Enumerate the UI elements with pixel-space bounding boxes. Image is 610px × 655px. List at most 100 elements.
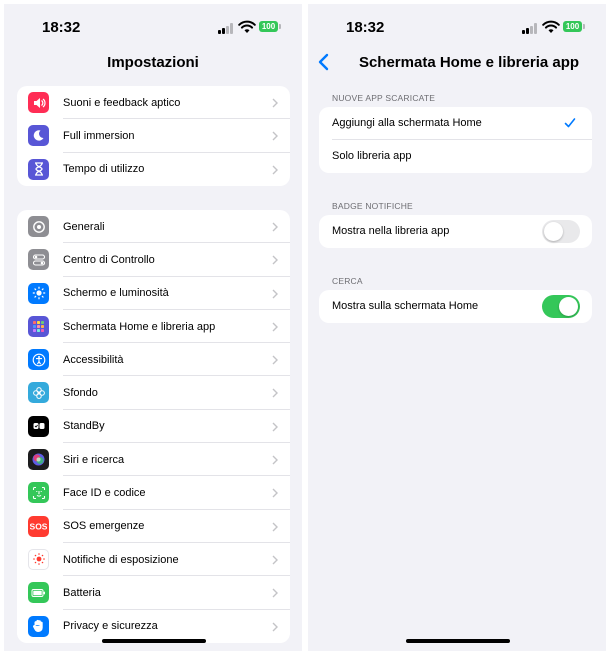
show-on-home-row: Mostra sulla schermata Home [319,290,592,323]
settings-item-wallpaper[interactable]: Sfondo [17,376,290,410]
chevron-right-icon [272,422,278,432]
settings-item-label: Accessibilità [63,353,124,366]
settings-item-general[interactable]: Generali [17,210,290,244]
settings-item-label: SOS emergenze [63,520,145,533]
standby-icon [28,415,49,437]
moon-icon [28,125,49,147]
settings-group-general: Generali Centro di Controllo Schermo e l… [17,210,290,643]
settings-item-privacy[interactable]: Privacy e sicurezza [17,610,290,643]
chevron-right-icon [272,488,278,498]
settings-item-sounds[interactable]: Suoni e feedback aptico [17,86,290,120]
settings-item-screen-time[interactable]: Tempo di utilizzo [17,153,290,186]
search-options: Mostra sulla schermata Home [319,290,592,323]
settings-group-focus: Suoni e feedback aptico Full immersion T… [17,86,290,186]
sun-icon [28,282,49,304]
settings-item-siri[interactable]: Siri e ricerca [17,443,290,477]
hand-icon [28,615,49,637]
chevron-right-icon [272,522,278,532]
settings-item-display[interactable]: Schermo e luminosità [17,277,290,310]
chevron-right-icon [272,322,278,332]
toggle-label: Mostra sulla schermata Home [332,300,479,312]
status-bar: 18:32 100 [4,4,302,48]
toggle-label: Mostra nella libreria app [332,225,450,237]
chevron-right-icon [272,588,278,598]
option-add-to-home[interactable]: Aggiungi alla schermata Home [319,107,592,140]
sos-icon: SOS [28,515,49,537]
home-indicator[interactable] [102,639,206,643]
chevron-right-icon [272,555,278,565]
show-in-app-library-row: Mostra nella libreria app [319,215,592,248]
home-screen-settings-screen: 18:32 100 Schermata Home e libreria app … [308,4,606,651]
status-time: 18:32 [346,19,385,36]
battery-icon [28,582,49,604]
show-in-app-library-toggle[interactable] [542,220,580,243]
app-grid-icon [28,315,49,337]
accessibility-icon [28,349,49,371]
cellular-signal-icon [218,23,234,34]
new-apps-options: Aggiungi alla schermata Home Solo librer… [319,107,592,173]
option-label: Aggiungi alla schermata Home [332,117,482,129]
settings-item-control-center[interactable]: Centro di Controllo [17,243,290,277]
battery-indicator: 100 [563,21,585,32]
settings-item-label: Privacy e sicurezza [63,620,158,633]
face-id-icon [28,482,49,504]
section-header-badges: BADGE NOTIFICHE [332,201,413,211]
settings-item-sos[interactable]: SOS SOS emergenze [17,510,290,543]
settings-item-label: Notifiche di esposizione [63,553,179,566]
wifi-icon [542,20,560,33]
chevron-right-icon [272,165,278,175]
chevron-right-icon [272,98,278,108]
show-on-home-toggle[interactable] [542,295,580,318]
home-indicator[interactable] [406,639,510,643]
chevron-right-icon [272,131,278,141]
option-label: Solo libreria app [332,150,412,162]
chevron-right-icon [272,222,278,232]
settings-item-label: Batteria [63,586,101,599]
settings-item-home-screen[interactable]: Schermata Home e libreria app [17,310,290,344]
page-title: Schermata Home e libreria app [358,54,580,71]
cellular-signal-icon [522,23,538,34]
hourglass-icon [28,158,49,180]
chevron-right-icon [272,455,278,465]
option-app-library-only[interactable]: Solo libreria app [319,140,592,173]
settings-item-face-id[interactable]: Face ID e codice [17,476,290,510]
settings-item-standby[interactable]: StandBy [17,410,290,444]
wifi-icon [238,20,256,33]
settings-item-label: Full immersion [63,129,135,142]
page-title: Impostazioni [107,54,199,71]
settings-item-label: Schermo e luminosità [63,287,169,300]
settings-item-label: Centro di Controllo [63,253,155,266]
svg-text:SOS: SOS [30,521,47,531]
settings-item-label: Schermata Home e libreria app [63,320,216,333]
battery-indicator: 100 [259,21,281,32]
settings-item-label: Tempo di utilizzo [63,163,145,176]
flower-icon [28,382,49,404]
chevron-right-icon [272,388,278,398]
status-bar: 18:32 100 [308,4,606,48]
settings-item-battery[interactable]: Batteria [17,576,290,610]
settings-item-label: Generali [63,220,105,233]
settings-item-exposure[interactable]: Notifiche di esposizione [17,543,290,577]
section-header-search: CERCA [332,276,363,286]
exposure-icon [28,548,49,570]
chevron-right-icon [272,355,278,365]
settings-item-label: StandBy [63,420,105,433]
chevron-right-icon [272,255,278,265]
checkmark-icon [564,118,576,128]
toggles-icon [28,249,49,271]
status-time: 18:32 [42,19,81,36]
settings-item-accessibility[interactable]: Accessibilità [17,343,290,377]
speaker-icon [28,92,49,113]
settings-item-label: Sfondo [63,387,98,400]
settings-item-focus[interactable]: Full immersion [17,119,290,153]
back-chevron-icon[interactable] [316,52,332,72]
chevron-right-icon [272,289,278,299]
chevron-right-icon [272,622,278,632]
gear-icon [28,216,49,237]
settings-item-label: Suoni e feedback aptico [63,96,181,109]
settings-screen: 18:32 100 Impostazioni Suoni e feedback … [4,4,302,651]
section-header-new-apps: NUOVE APP SCARICATE [332,93,436,103]
settings-item-label: Siri e ricerca [63,453,125,466]
badges-options: Mostra nella libreria app [319,215,592,248]
settings-item-label: Face ID e codice [63,487,146,500]
